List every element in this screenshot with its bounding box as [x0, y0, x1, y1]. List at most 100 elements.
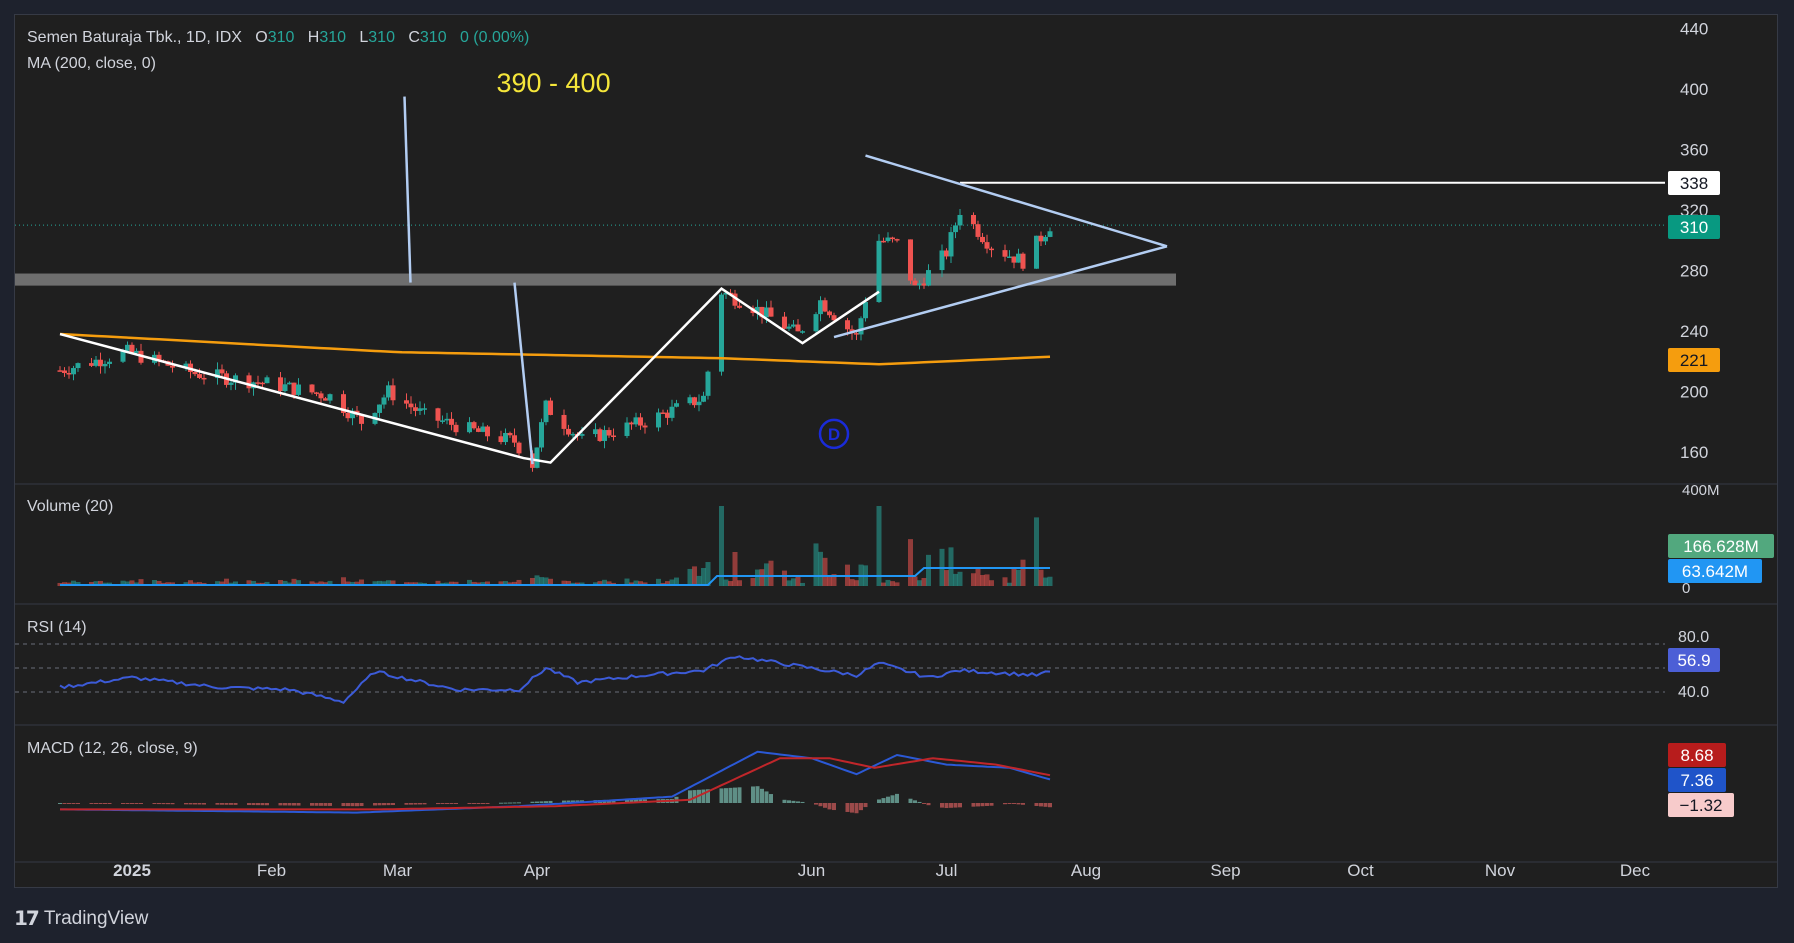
target-range-annotation: 390 - 400	[497, 68, 611, 98]
time-tick-label: Jul	[936, 861, 958, 880]
macd-histogram-bar	[251, 803, 256, 806]
macd-histogram-bar	[476, 803, 481, 804]
candle-body	[989, 248, 994, 251]
macd-histogram-bar	[346, 803, 350, 807]
macd-histogram-bar	[1021, 803, 1025, 805]
macd-histogram-bar	[1043, 803, 1048, 807]
candle-body	[854, 333, 859, 335]
candle-body	[561, 414, 567, 429]
volume-bar	[912, 576, 918, 586]
candle-body	[957, 214, 963, 226]
candle-body	[453, 424, 459, 433]
candle-body	[1020, 253, 1026, 269]
macd-histogram-bar	[940, 803, 944, 808]
ma-legend[interactable]: MA (200, close, 0)	[27, 55, 156, 73]
macd-histogram-bar	[895, 793, 899, 803]
candle-body	[435, 408, 441, 421]
macd-histogram-bar	[724, 788, 728, 803]
macd-histogram-bar	[409, 803, 413, 805]
candle-body	[975, 224, 981, 237]
candle-body	[125, 344, 130, 351]
volume-bar	[849, 579, 855, 586]
candle-body	[656, 412, 661, 428]
macd-histogram-bar	[319, 803, 323, 806]
macd-histogram-bar	[71, 803, 76, 804]
candle-body	[404, 400, 409, 404]
candle-body	[597, 429, 603, 441]
macd-histogram-bar	[769, 794, 773, 803]
volume-bar	[989, 580, 994, 586]
candle-body	[908, 239, 913, 281]
price-tick-label: 400	[1680, 80, 1708, 99]
macd-histogram-bar	[751, 786, 755, 803]
volume-ma-badge: 63.642M	[1682, 562, 1748, 581]
open-label: O	[255, 29, 268, 46]
macd-histogram-bar	[355, 803, 359, 807]
price-tick-label: 200	[1680, 383, 1708, 402]
volume-bar	[1007, 582, 1012, 586]
volume-bar	[953, 573, 958, 586]
candle-body	[57, 370, 63, 372]
candle-body	[228, 382, 234, 385]
macd-histogram-bar	[130, 803, 134, 804]
macd-histogram-bar	[386, 803, 391, 806]
volume-pane-title[interactable]: Volume (20)	[27, 498, 113, 516]
chart-stage[interactable]: 160 200 240 280 320 360 400 440 2025 Feb Mar Apr Jun…	[0, 0, 1794, 943]
projection-line-2	[513, 282, 534, 465]
candle-body	[170, 365, 175, 368]
time-tick-label: Oct	[1347, 861, 1374, 880]
macd-histogram-bar	[449, 803, 454, 804]
candle-body	[291, 382, 297, 395]
candle-body	[786, 326, 792, 329]
volume-bar	[975, 568, 981, 586]
volume-bar	[926, 554, 931, 586]
candle-body	[944, 250, 949, 257]
macd-histogram-bar	[404, 803, 409, 805]
candle-body	[971, 214, 976, 225]
macd-line	[60, 750, 1051, 814]
macd-histogram-bar	[373, 803, 377, 806]
macd-pane-title[interactable]: MACD (12, 26, close, 9)	[27, 740, 198, 758]
macd-histogram-bar	[62, 803, 67, 804]
macd-histogram-bar	[89, 803, 94, 804]
macd-histogram-bar	[328, 803, 332, 806]
chart-canvas[interactable]: 1602002402803203604004402025 Feb Mar Apr Jun…	[0, 0, 1794, 943]
volume-bar	[719, 506, 724, 586]
candle-body	[309, 384, 315, 393]
candle-body	[440, 420, 445, 422]
volume-bar	[737, 580, 742, 586]
low-label: L	[359, 29, 369, 46]
volume-bar	[687, 568, 693, 586]
open-value: 310	[267, 29, 295, 46]
candle-body	[485, 426, 490, 437]
candle-body	[471, 422, 477, 429]
rsi-tick-80: 80.0	[1678, 629, 1709, 646]
macd-histogram-bar	[202, 803, 206, 805]
candle-body	[1047, 231, 1053, 237]
candle-body	[660, 412, 666, 414]
candle-body	[719, 294, 724, 372]
volume-axis-top-label: 400M	[1682, 482, 1720, 499]
candle-body	[669, 406, 675, 418]
macd-histogram-bar	[989, 803, 994, 806]
triangle-lower-line	[833, 245, 1168, 339]
candle-body	[818, 300, 823, 315]
macd-histogram-bar	[733, 787, 737, 803]
macd-histogram-bar	[787, 800, 791, 803]
macd-histogram-bar	[350, 803, 355, 807]
close-label: C	[408, 29, 420, 46]
candle-body	[62, 370, 67, 373]
candle-body	[498, 436, 504, 443]
time-tick-label: Nov	[1485, 861, 1516, 880]
dividend-marker-label: D	[828, 425, 840, 444]
time-tick-label: Mar	[383, 861, 413, 880]
tradingview-brand[interactable]: 𝟭𝟳 TradingView	[14, 906, 148, 931]
triangle-upper-line	[865, 154, 1168, 248]
rsi-pane-title[interactable]: RSI (14)	[27, 619, 87, 637]
macd-histogram-bar	[314, 803, 319, 806]
candle-body	[282, 384, 288, 392]
candle-body	[1011, 256, 1017, 263]
macd-histogram-bar	[229, 803, 233, 805]
price-tick-label: 440	[1680, 20, 1708, 39]
candle-body	[674, 403, 679, 407]
